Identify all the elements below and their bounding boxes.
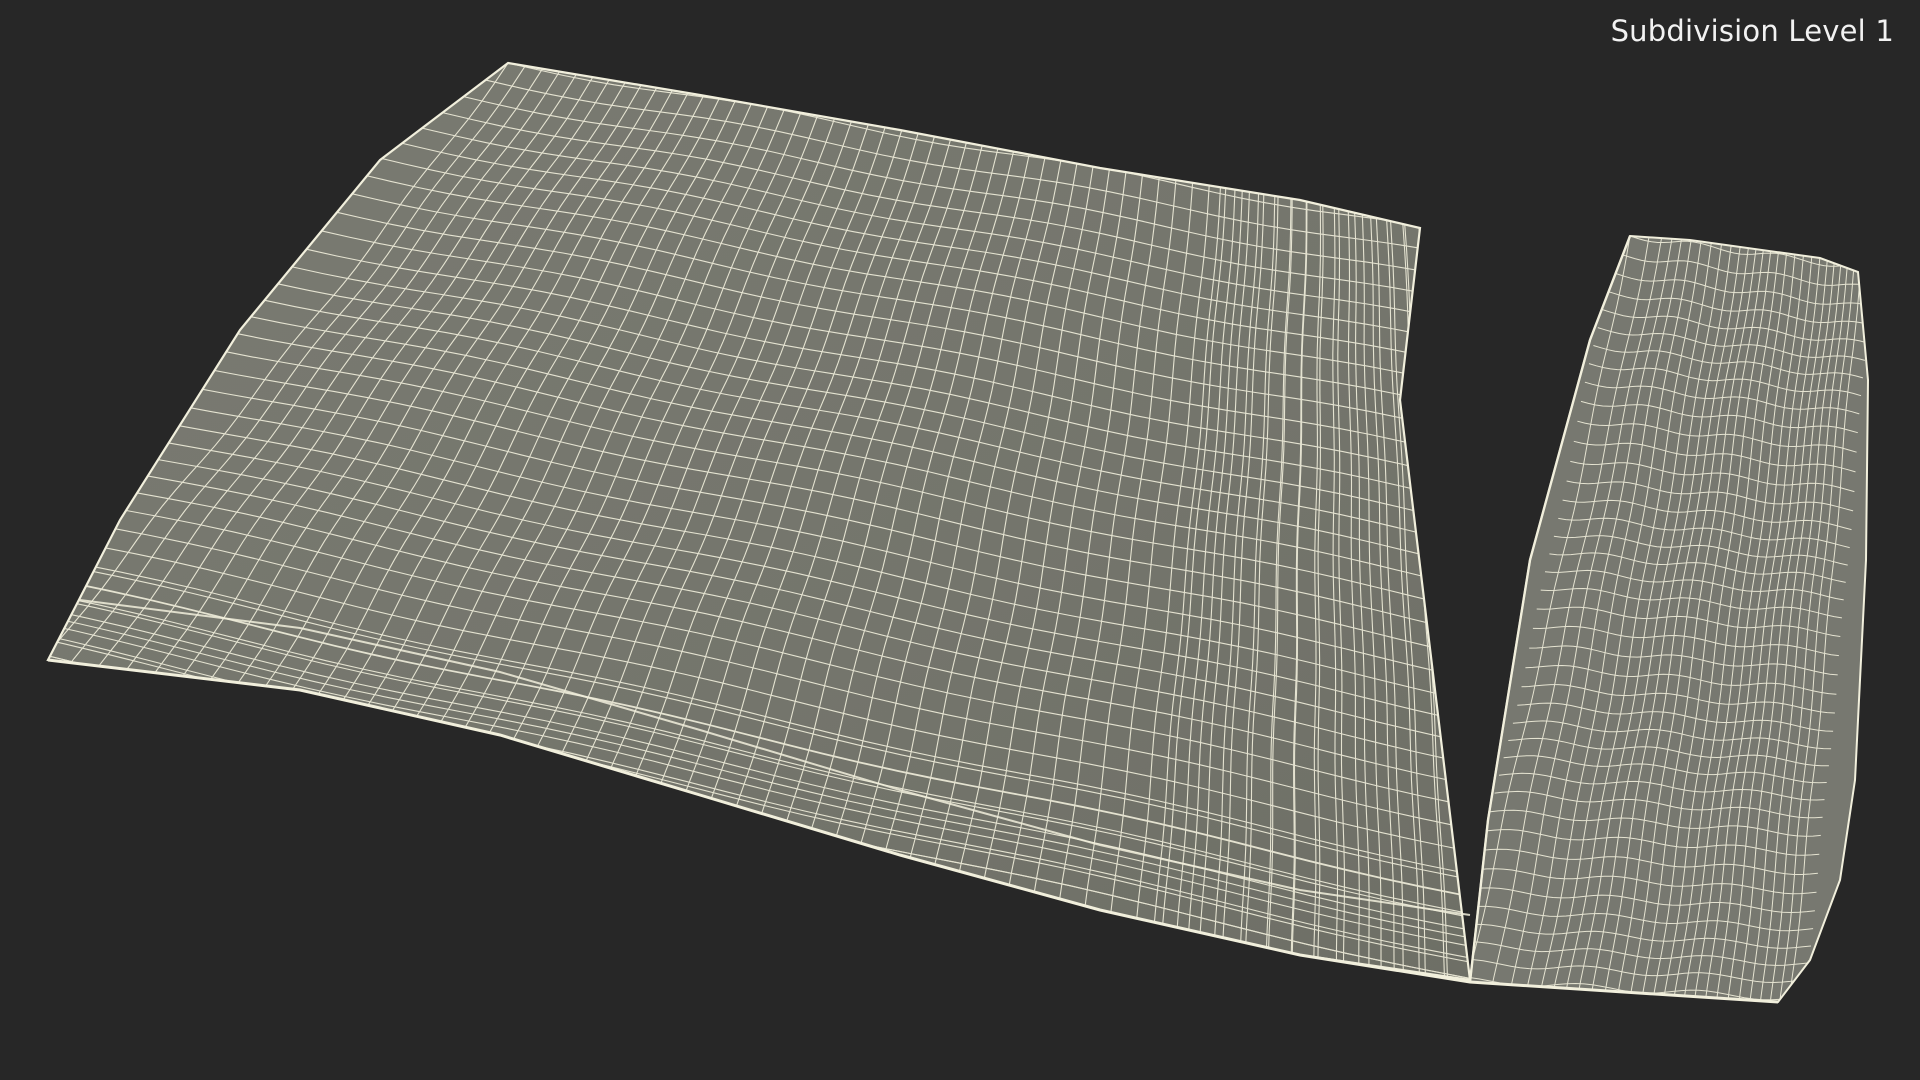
render-viewport: Subdivision Level 1 [0, 0, 1920, 1080]
pillow-body [46, 61, 1472, 982]
subdivision-level-label: Subdivision Level 1 [1610, 14, 1894, 48]
wireframe-render [46, 61, 1870, 1004]
pillow-flap [1468, 234, 1870, 1004]
